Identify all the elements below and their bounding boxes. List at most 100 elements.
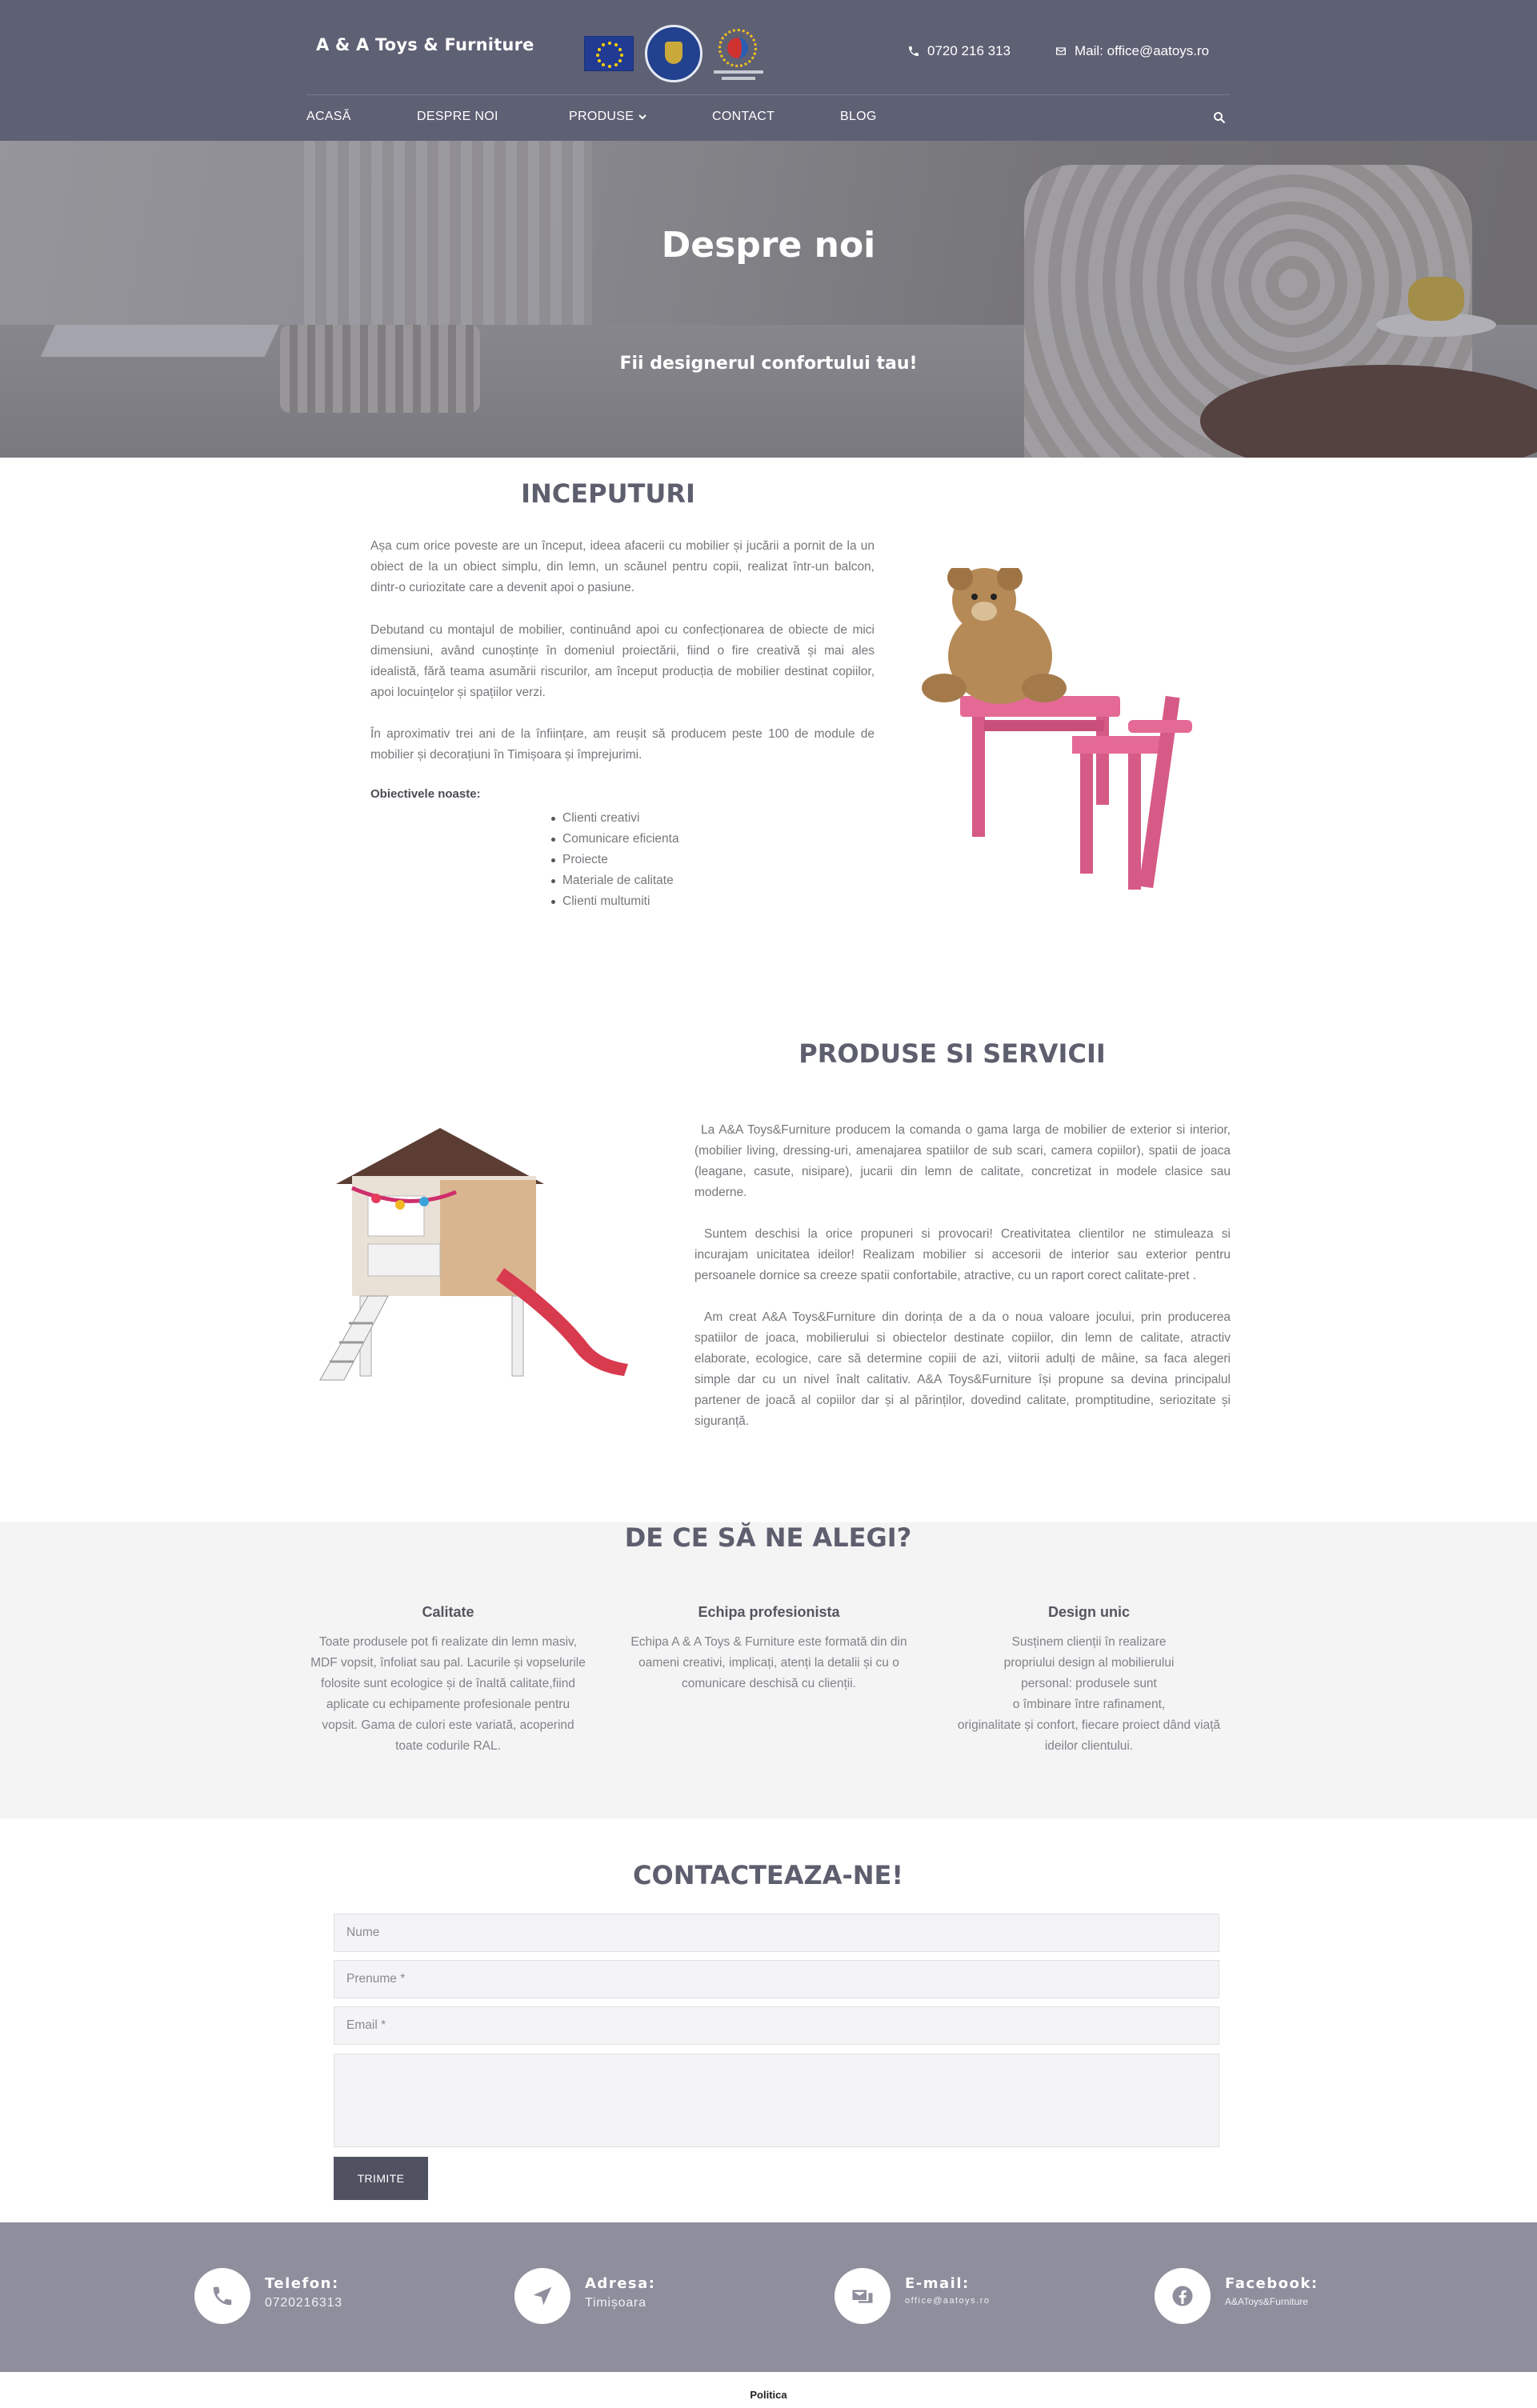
- location-arrow-icon: [533, 2286, 552, 2306]
- playhouse-image: [319, 1128, 628, 1381]
- header-mail[interactable]: Mail: office@aatoys.ro: [1055, 43, 1209, 59]
- why-column-quality: Calitate Toate produsele pot fi realizat…: [308, 1604, 588, 1757]
- footer-label: Adresa:: [585, 2275, 656, 2292]
- objectives-label: Obiectivele noaste:: [370, 787, 481, 801]
- produse-paragraph-2: Suntem deschisi la orice propuneri si pr…: [694, 1227, 1231, 1282]
- why-column-title: Calitate: [422, 1604, 474, 1620]
- header-mail-text: Mail: office@aatoys.ro: [1075, 43, 1210, 58]
- why-column-text: Echipa A & A Toys & Furniture este forma…: [629, 1632, 909, 1694]
- footer-icon-circle: [1155, 2268, 1211, 2324]
- site-header: A & A Toys & Furniture 0720 216 313 Mail…: [0, 0, 1537, 141]
- hero-banner: Despre noi Fii designerul confortului ta…: [0, 141, 1537, 458]
- facebook-icon: [1172, 2286, 1193, 2306]
- footer-email[interactable]: E-mail: office@aatoys.ro: [835, 2268, 991, 2324]
- text-line: Echipa A & A Toys & Furniture este forma…: [630, 1635, 907, 1649]
- produse-paragraph-3: Am creat A&A Toys&Furniture din dorința …: [694, 1310, 1231, 1428]
- why-column-title: Design unic: [1047, 1604, 1130, 1620]
- text-line: o îmbinare între rafinament,: [1012, 1698, 1166, 1711]
- eu-flag-logo: [584, 36, 634, 71]
- phone-icon: [909, 46, 919, 56]
- footer-value: office@aatoys.ro: [905, 2296, 991, 2306]
- text-line: ideilor clientului.: [1044, 1739, 1134, 1753]
- list-item: Clienti creativi: [550, 808, 679, 829]
- teddy-bear-table-image: [922, 568, 1192, 890]
- contact-title: CONTACTEAZA-NE!: [633, 1860, 903, 1890]
- email-field[interactable]: [334, 2006, 1219, 2045]
- envelope-icon: [1056, 47, 1066, 55]
- list-item: Proiecte: [550, 850, 679, 870]
- nav-item-blog[interactable]: BLOG: [840, 110, 877, 124]
- nav-label: ACASĂ: [306, 110, 351, 123]
- funding-logos: [584, 24, 763, 83]
- footer-label: E-mail:: [905, 2275, 970, 2292]
- footer-label: Telefon:: [265, 2275, 339, 2292]
- nav-item-acasa[interactable]: ACASĂ: [306, 110, 351, 124]
- search-icon[interactable]: [1213, 111, 1226, 124]
- list-item: Comunicare eficienta: [550, 829, 679, 850]
- hero-subtitle: Fii designerul confortului tau!: [619, 354, 918, 374]
- phone-icon: [213, 2286, 232, 2306]
- produse-title: PRODUSE SI SERVICII: [799, 1038, 1106, 1069]
- footer-icon-circle: [835, 2268, 891, 2324]
- hero-overlay: [0, 141, 1537, 458]
- why-choose-us-section: DE CE SĂ NE ALEGI? Calitate Toate produs…: [0, 1522, 1537, 1818]
- text-line: MDF vopsit, înfoliat sau pal. Lacurile ș…: [310, 1656, 586, 1670]
- inceputuri-paragraph-1: Așa cum orice poveste are un început, id…: [370, 539, 875, 594]
- main-nav: ACASĂ DESPRE NOI PRODUSE CONTACT BLOG: [306, 110, 1231, 127]
- nav-item-contact[interactable]: CONTACT: [712, 110, 775, 124]
- inceputuri-paragraph-2: Debutand cu montajul de mobilier, contin…: [370, 623, 875, 699]
- nav-label: DESPRE NOI: [417, 110, 498, 123]
- submit-button[interactable]: TRIMITE: [334, 2157, 428, 2200]
- chevron-down-icon: [638, 114, 646, 120]
- objectives-list: Clienti creativi Comunicare eficienta Pr…: [550, 808, 679, 912]
- romanian-government-logo: [645, 25, 702, 82]
- text-line: propriului design al mobilierului: [1003, 1656, 1175, 1670]
- footer-phone[interactable]: Telefon: 0720216313: [194, 2268, 342, 2324]
- policy-link[interactable]: Politica: [0, 2389, 1537, 2401]
- text-line: oameni creativi, implicați, atenți la de…: [638, 1656, 899, 1670]
- why-column-team: Echipa profesionista Echipa A & A Toys &…: [629, 1604, 909, 1694]
- footer-address[interactable]: Adresa: Timișoara: [514, 2268, 655, 2324]
- nav-item-produse[interactable]: PRODUSE: [569, 110, 646, 124]
- produse-paragraph-1: La A&A Toys&Furniture producem la comand…: [694, 1123, 1231, 1199]
- inceputuri-paragraph-3: În aproximativ trei ani de la înființare…: [370, 727, 875, 762]
- message-field[interactable]: [334, 2054, 1219, 2147]
- footer-label: Facebook:: [1225, 2275, 1319, 2292]
- regional-program-logo: [714, 24, 763, 83]
- header-phone[interactable]: 0720 216 313: [907, 43, 1011, 59]
- surname-field[interactable]: [334, 1960, 1219, 1998]
- list-item: Clienti multumiti: [550, 891, 679, 912]
- text-line: toate codurile RAL.: [395, 1739, 501, 1753]
- footer-icon-circle: [194, 2268, 250, 2324]
- footer-value: Timișoara: [585, 2296, 646, 2310]
- page-title: Despre noi: [661, 225, 876, 266]
- inceputuri-title: INCEPUTURI: [521, 478, 695, 509]
- text-line: aplicate cu echipamente profesionale pen…: [326, 1698, 570, 1711]
- text-line: Toate produsele pot fi realizate din lem…: [319, 1635, 577, 1649]
- why-title: DE CE SĂ NE ALEGI?: [624, 1522, 912, 1553]
- name-field[interactable]: [334, 1914, 1219, 1952]
- text-line: Susținem clienții în realizare: [1011, 1635, 1167, 1649]
- why-column-title: Echipa profesionista: [698, 1604, 840, 1620]
- text-line: originalitate și confort, fiecare proiec…: [957, 1718, 1221, 1732]
- footer-value: 0720216313: [265, 2296, 342, 2310]
- text-line: vopsit. Gama de culori este variată, aco…: [322, 1718, 574, 1732]
- nav-label: PRODUSE: [569, 110, 634, 123]
- brand-logo-text[interactable]: A & A Toys & Furniture: [316, 35, 534, 54]
- header-phone-text: 0720 216 313: [927, 43, 1011, 58]
- text-line: personal: produsele sunt: [1021, 1677, 1157, 1690]
- why-column-text: Susținem clienții în realizare propriulu…: [949, 1632, 1229, 1757]
- why-column-text: Toate produsele pot fi realizate din lem…: [308, 1632, 588, 1757]
- footer-icon-circle: [514, 2268, 570, 2324]
- text-line: folosite sunt ecologice și de înaltă cal…: [321, 1677, 575, 1690]
- site-footer: Telefon: 0720216313 Adresa: Timișoara E-…: [0, 2222, 1537, 2372]
- nav-item-despre-noi[interactable]: DESPRE NOI: [417, 110, 498, 124]
- mail-icon: [852, 2290, 873, 2303]
- text-line: comunicare deschisă cu clienții.: [682, 1677, 856, 1690]
- nav-label: BLOG: [840, 110, 877, 123]
- nav-label: CONTACT: [712, 110, 775, 123]
- list-item: Materiale de calitate: [550, 870, 679, 891]
- why-column-design: Design unic Susținem clienții în realiza…: [949, 1604, 1229, 1757]
- footer-value: A&AToys&Furniture: [1225, 2296, 1308, 2307]
- footer-facebook[interactable]: Facebook: A&AToys&Furniture: [1155, 2268, 1319, 2324]
